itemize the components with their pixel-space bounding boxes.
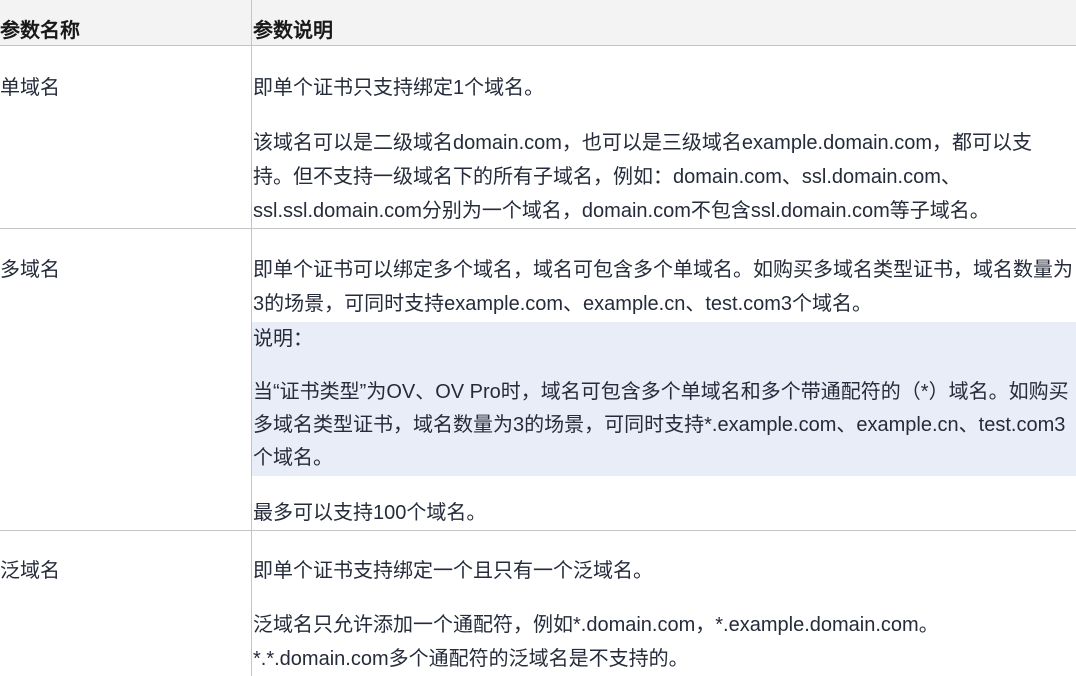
param-name-cell: 单域名 (0, 46, 252, 228)
param-name-cell: 多域名 (0, 229, 252, 530)
header-param-name: 参数名称 (0, 0, 252, 45)
text-line: 即单个证书只支持绑定1个域名。 (253, 77, 545, 99)
text-line: 该域名可以是二级域名domain.com，也可以是三级域名example.dom… (253, 132, 1033, 154)
text-line: 3的场景，可同时支持example.com、example.cn、test.co… (253, 293, 873, 315)
param-description-cell: 即单个证书可以绑定多个域名，域名可包含多个单域名。如购买多域名类型证书，域名数量… (252, 229, 1076, 530)
param-description-cell: 即单个证书支持绑定一个且只有一个泛域名。 泛域名只允许添加一个通配符，例如*.d… (252, 531, 1076, 676)
note-box: 说明： 当“证书类型”为OV、OV Pro时，域名可包含多个单域名和多个带通配符… (252, 322, 1076, 476)
param-name: 单域名 (0, 77, 60, 99)
description-paragraph: 该域名可以是二级域名domain.com，也可以是三级域名example.dom… (252, 126, 1076, 228)
table-row: 多域名 即单个证书可以绑定多个域名，域名可包含多个单域名。如购买多域名类型证书，… (0, 229, 1076, 531)
param-name: 多域名 (0, 259, 60, 281)
description-paragraph: 即单个证书只支持绑定1个域名。 (252, 71, 1076, 105)
note-title: 说明： (253, 328, 313, 350)
text-line: 泛域名只允许添加一个通配符，例如*.domain.com，*.example.d… (253, 614, 939, 636)
text-line: 最多可以支持100个域名。 (253, 502, 487, 524)
note-paragraph: 当“证书类型”为OV、OV Pro时，域名可包含多个单域名和多个带通配符的（*）… (252, 376, 1076, 475)
text-line: 多域名类型证书，域名数量为3的场景，可同时支持*.example.com、exa… (253, 414, 1066, 436)
text-line: 即单个证书支持绑定一个且只有一个泛域名。 (253, 560, 653, 582)
param-name: 泛域名 (0, 560, 60, 582)
description-paragraph: 泛域名只允许添加一个通配符，例如*.domain.com，*.example.d… (252, 608, 1076, 676)
header-param-description: 参数说明 (253, 20, 333, 42)
parameter-table: 参数名称 参数说明 单域名 即单个证书只支持绑定1个域名。 该域名可以是二级域名… (0, 0, 1076, 676)
table-header: 参数名称 参数说明 (0, 0, 1076, 46)
text-line: 即单个证书可以绑定多个域名，域名可包含多个单域名。如购买多域名类型证书，域名数量… (253, 259, 1073, 281)
text-line: *.*.domain.com多个通配符的泛域名是不支持的。 (253, 648, 689, 670)
description-paragraph: 最多可以支持100个域名。 (252, 496, 1076, 530)
param-name-cell: 泛域名 (0, 531, 252, 676)
text-line: ssl.ssl.domain.com分别为一个域名，domain.com不包含s… (253, 200, 990, 222)
text-line: 个域名。 (253, 447, 333, 469)
table-row: 单域名 即单个证书只支持绑定1个域名。 该域名可以是二级域名domain.com… (0, 46, 1076, 229)
description-paragraph: 即单个证书可以绑定多个域名，域名可包含多个单域名。如购买多域名类型证书，域名数量… (252, 253, 1076, 321)
text-line: 持。但不支持一级域名下的所有子域名，例如：domain.com、ssl.doma… (253, 166, 961, 188)
table-row: 泛域名 即单个证书支持绑定一个且只有一个泛域名。 泛域名只允许添加一个通配符，例… (0, 531, 1076, 676)
text-line: 当“证书类型”为OV、OV Pro时，域名可包含多个单域名和多个带通配符的（*）… (253, 381, 1069, 403)
description-paragraph: 即单个证书支持绑定一个且只有一个泛域名。 (252, 554, 1076, 588)
param-description-cell: 即单个证书只支持绑定1个域名。 该域名可以是二级域名domain.com，也可以… (252, 46, 1076, 228)
